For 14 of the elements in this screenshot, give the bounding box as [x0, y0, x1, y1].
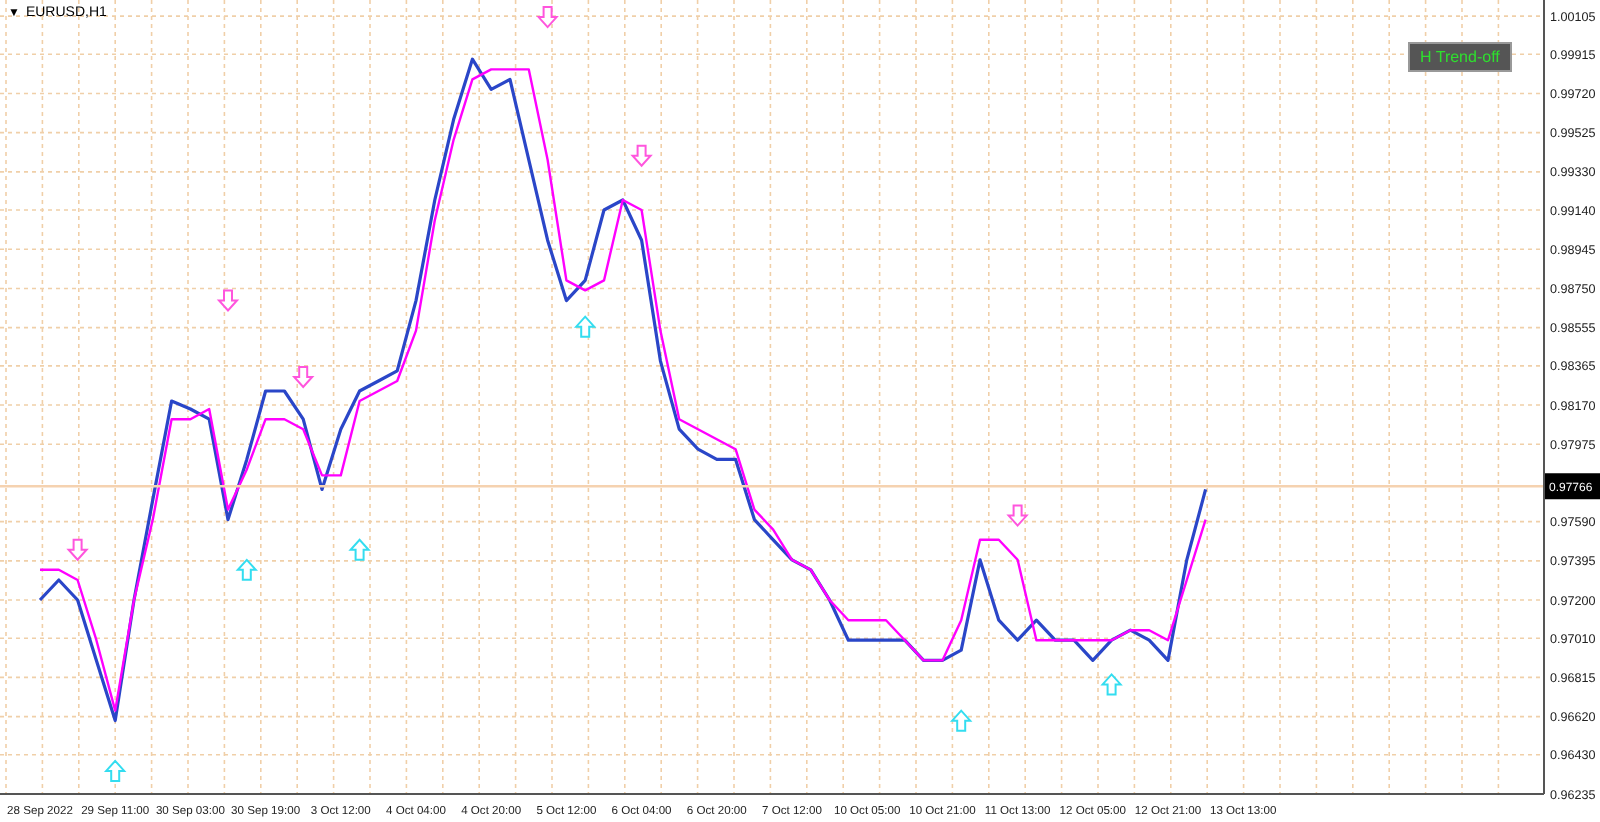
trend-toggle-button[interactable]: H Trend-off [1408, 42, 1512, 72]
down-arrow-icon [291, 365, 315, 389]
down-arrow-icon [66, 538, 89, 562]
up-arrow-icon [103, 759, 127, 782]
down-arrow-icon [630, 144, 653, 168]
up-arrow-icon [235, 558, 259, 581]
down-arrow-icon [216, 289, 240, 312]
up-arrow-icon [949, 709, 973, 732]
down-arrow-icon [1006, 504, 1029, 528]
up-arrow-icon [348, 538, 371, 561]
price-label-background [1544, 473, 1600, 500]
up-arrow-icon [573, 315, 597, 338]
up-arrow-icon [1100, 672, 1123, 696]
down-arrow-icon [536, 6, 559, 29]
